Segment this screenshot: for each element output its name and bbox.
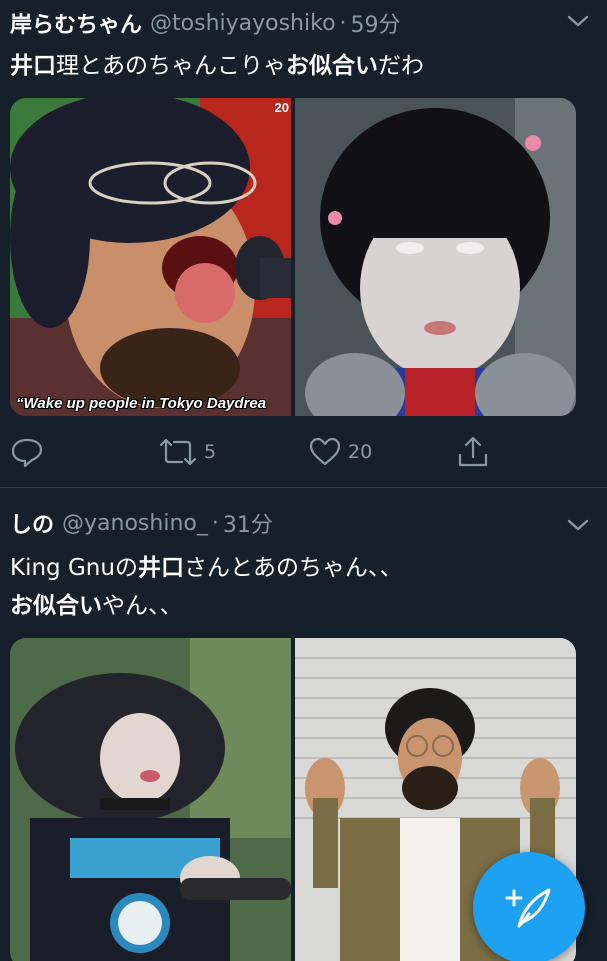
tweet-actions: 5 20 (10, 432, 576, 472)
tweet-text-segment: お似合い (286, 53, 378, 79)
share-button[interactable] (456, 432, 490, 472)
timeline-feed: 岸らむちゃん @toshiyayoshiko · 59分 井口理とあのちゃんこり… (0, 0, 607, 961)
tweet-text-segment: お似合い (10, 593, 102, 619)
heart-icon (309, 437, 341, 466)
photo-overlay-text: 20 (274, 100, 289, 115)
tweet-text: King Gnuの井口さんとあのちゃん、、 (10, 548, 402, 582)
retweet-button[interactable]: 5 (158, 432, 216, 472)
like-button[interactable]: 20 (308, 432, 372, 472)
media-grid: 20 “Wake up people in Tokyo Daydrea (10, 98, 576, 416)
photo[interactable]: 20 “Wake up people in Tokyo Daydrea (10, 98, 291, 416)
tweet-text-segment: さんとあのちゃん、、 (183, 555, 403, 581)
tweet-header: しの @yanoshino_ · 31分 (10, 506, 597, 540)
compose-tweet-button[interactable] (473, 852, 585, 961)
tweet-text-segment: 井口 (10, 53, 56, 79)
separator-dot: · (339, 10, 347, 36)
tweet-text-segment: だわ (378, 53, 424, 79)
photo-image (10, 638, 291, 961)
tweet-text-segment: 理とあのちゃんこりゃ (56, 53, 286, 79)
tweet[interactable]: 岸らむちゃん @toshiyayoshiko · 59分 井口理とあのちゃんこり… (0, 0, 607, 487)
tweet-text: お似合いやん、、 (10, 586, 183, 620)
user-handle[interactable]: @yanoshino_ (62, 511, 208, 536)
chevron-down-icon[interactable] (565, 514, 591, 536)
photo-image (10, 98, 291, 416)
photo-caption: “Wake up people in Tokyo Daydrea (16, 395, 267, 412)
tweet-text-segment: やん、、 (102, 593, 183, 619)
tweet-text-segment: King Gnuの (10, 555, 138, 581)
share-icon (458, 436, 488, 467)
like-count: 20 (348, 441, 373, 463)
chevron-down-icon[interactable] (565, 10, 591, 32)
tweet-text-segment: 井口 (137, 555, 184, 581)
tweet-header: 岸らむちゃん @toshiyayoshiko · 59分 (10, 6, 597, 40)
display-name[interactable]: 岸らむちゃん (10, 7, 142, 39)
timestamp[interactable]: 31分 (223, 507, 273, 539)
reply-button[interactable] (10, 432, 44, 472)
photo-image (295, 98, 576, 416)
display-name[interactable]: しの (10, 507, 54, 539)
compose-tweet-icon (505, 888, 551, 928)
reply-icon (11, 438, 43, 468)
photo[interactable] (295, 98, 576, 416)
retweet-icon (159, 438, 197, 466)
separator-dot: · (211, 510, 219, 536)
tweet-text: 井口理とあのちゃんこりゃお似合いだわ (10, 46, 424, 80)
user-handle[interactable]: @toshiyayoshiko (150, 11, 336, 36)
retweet-count: 5 (204, 441, 217, 463)
timestamp[interactable]: 59分 (351, 7, 401, 39)
photo[interactable] (10, 638, 291, 961)
